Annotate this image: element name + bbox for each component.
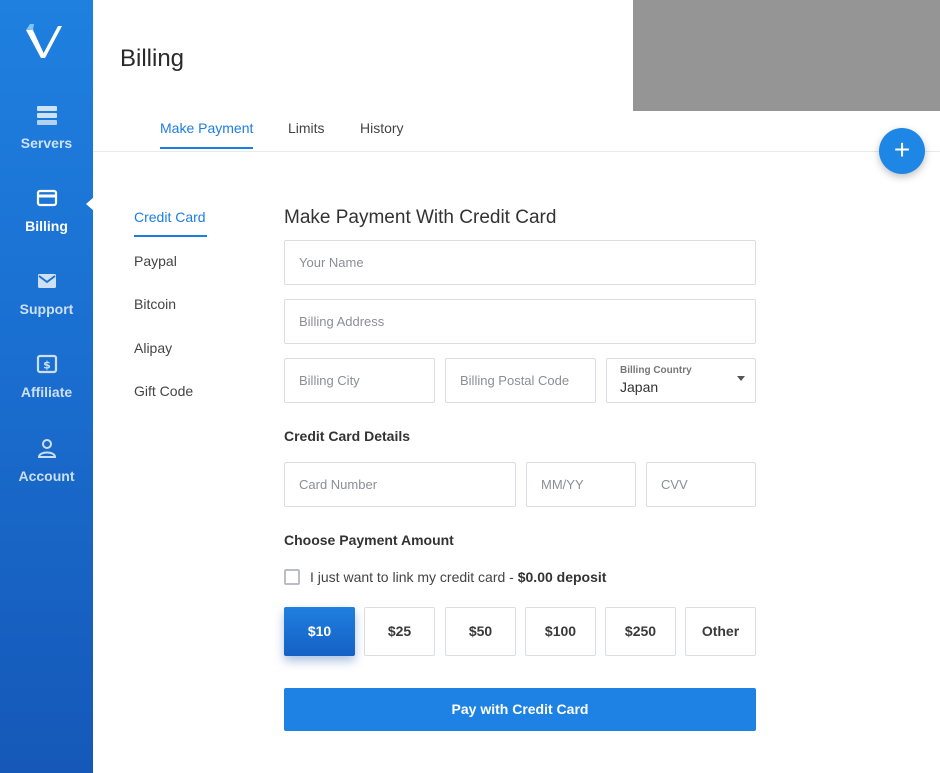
sidebar-item-support[interactable]: Support [0,270,93,317]
expiry-input[interactable] [527,463,635,506]
user-icon [37,439,56,458]
amount-25-button[interactable]: $25 [364,607,435,656]
sidebar-item-label: Support [19,301,74,317]
method-bitcoin[interactable]: Bitcoin [134,296,176,312]
payment-amount-heading: Choose Payment Amount [284,532,454,548]
expiry-field [526,462,636,507]
link-card-checkbox[interactable] [284,569,300,585]
country-select-label: Billing Country [620,365,692,376]
method-paypal[interactable]: Paypal [134,253,177,269]
svg-text:$: $ [43,359,51,372]
country-select-value: Japan [620,379,659,395]
amount-10-button[interactable]: $10 [284,607,355,656]
chevron-down-icon [737,376,745,381]
name-input[interactable] [285,241,755,284]
address-field [284,299,756,344]
cvv-field [646,462,756,507]
tab-bar: Make Payment Limits History [93,110,940,152]
amount-other-button[interactable]: Other [685,607,756,656]
sidebar-item-label: Affiliate [20,384,73,400]
method-gift-code[interactable]: Gift Code [134,383,193,399]
city-input[interactable] [285,359,434,402]
cvv-input[interactable] [647,463,755,506]
amount-250-button[interactable]: $250 [605,607,676,656]
sidebar-item-account[interactable]: Account [0,437,93,484]
vultr-logo-icon[interactable] [24,24,64,60]
name-field [284,240,756,285]
page-title: Billing [120,45,185,72]
dollar-icon: $ [36,354,57,374]
link-card-label: I just want to link my credit card - $0.… [310,569,606,585]
city-field [284,358,435,403]
card-number-input[interactable] [285,463,515,506]
card-details-heading: Credit Card Details [284,428,411,444]
pay-with-credit-card-button[interactable]: Pay with Credit Card [284,688,756,731]
sidebar-item-label: Servers [20,135,73,151]
amount-100-button[interactable]: $100 [525,607,596,656]
sidebar-item-billing[interactable]: Billing [0,187,94,234]
link-card-text: I just want to link my credit card - [310,569,518,585]
address-input[interactable] [285,300,755,343]
country-select[interactable]: Billing Country Japan [606,358,756,403]
amount-50-button[interactable]: $50 [445,607,516,656]
placeholder-block [633,0,940,111]
tab-limits[interactable]: Limits [288,120,325,147]
sidebar-item-servers[interactable]: Servers [0,104,93,151]
sidebar-item-label: Account [18,468,75,484]
postal-code-input[interactable] [446,359,595,402]
sidebar: Servers Billing Support $ Affiliate Acco… [0,0,94,773]
sidebar-item-affiliate[interactable]: $ Affiliate [0,353,93,400]
method-credit-card[interactable]: Credit Card [134,209,206,225]
card-number-field [284,462,516,507]
form-title: Make Payment With Credit Card [284,207,557,228]
tab-make-payment[interactable]: Make Payment [160,120,254,149]
plus-icon: + [893,134,911,165]
postal-code-field [445,358,596,403]
tab-history[interactable]: History [360,120,404,147]
active-method-indicator [134,235,207,237]
server-icon [36,106,57,125]
add-button[interactable]: + [879,128,925,174]
sidebar-item-label: Billing [25,218,68,234]
method-alipay[interactable]: Alipay [134,340,172,356]
envelope-icon [37,274,56,288]
credit-card-icon [36,189,57,207]
link-card-deposit: $0.00 deposit [517,569,607,585]
